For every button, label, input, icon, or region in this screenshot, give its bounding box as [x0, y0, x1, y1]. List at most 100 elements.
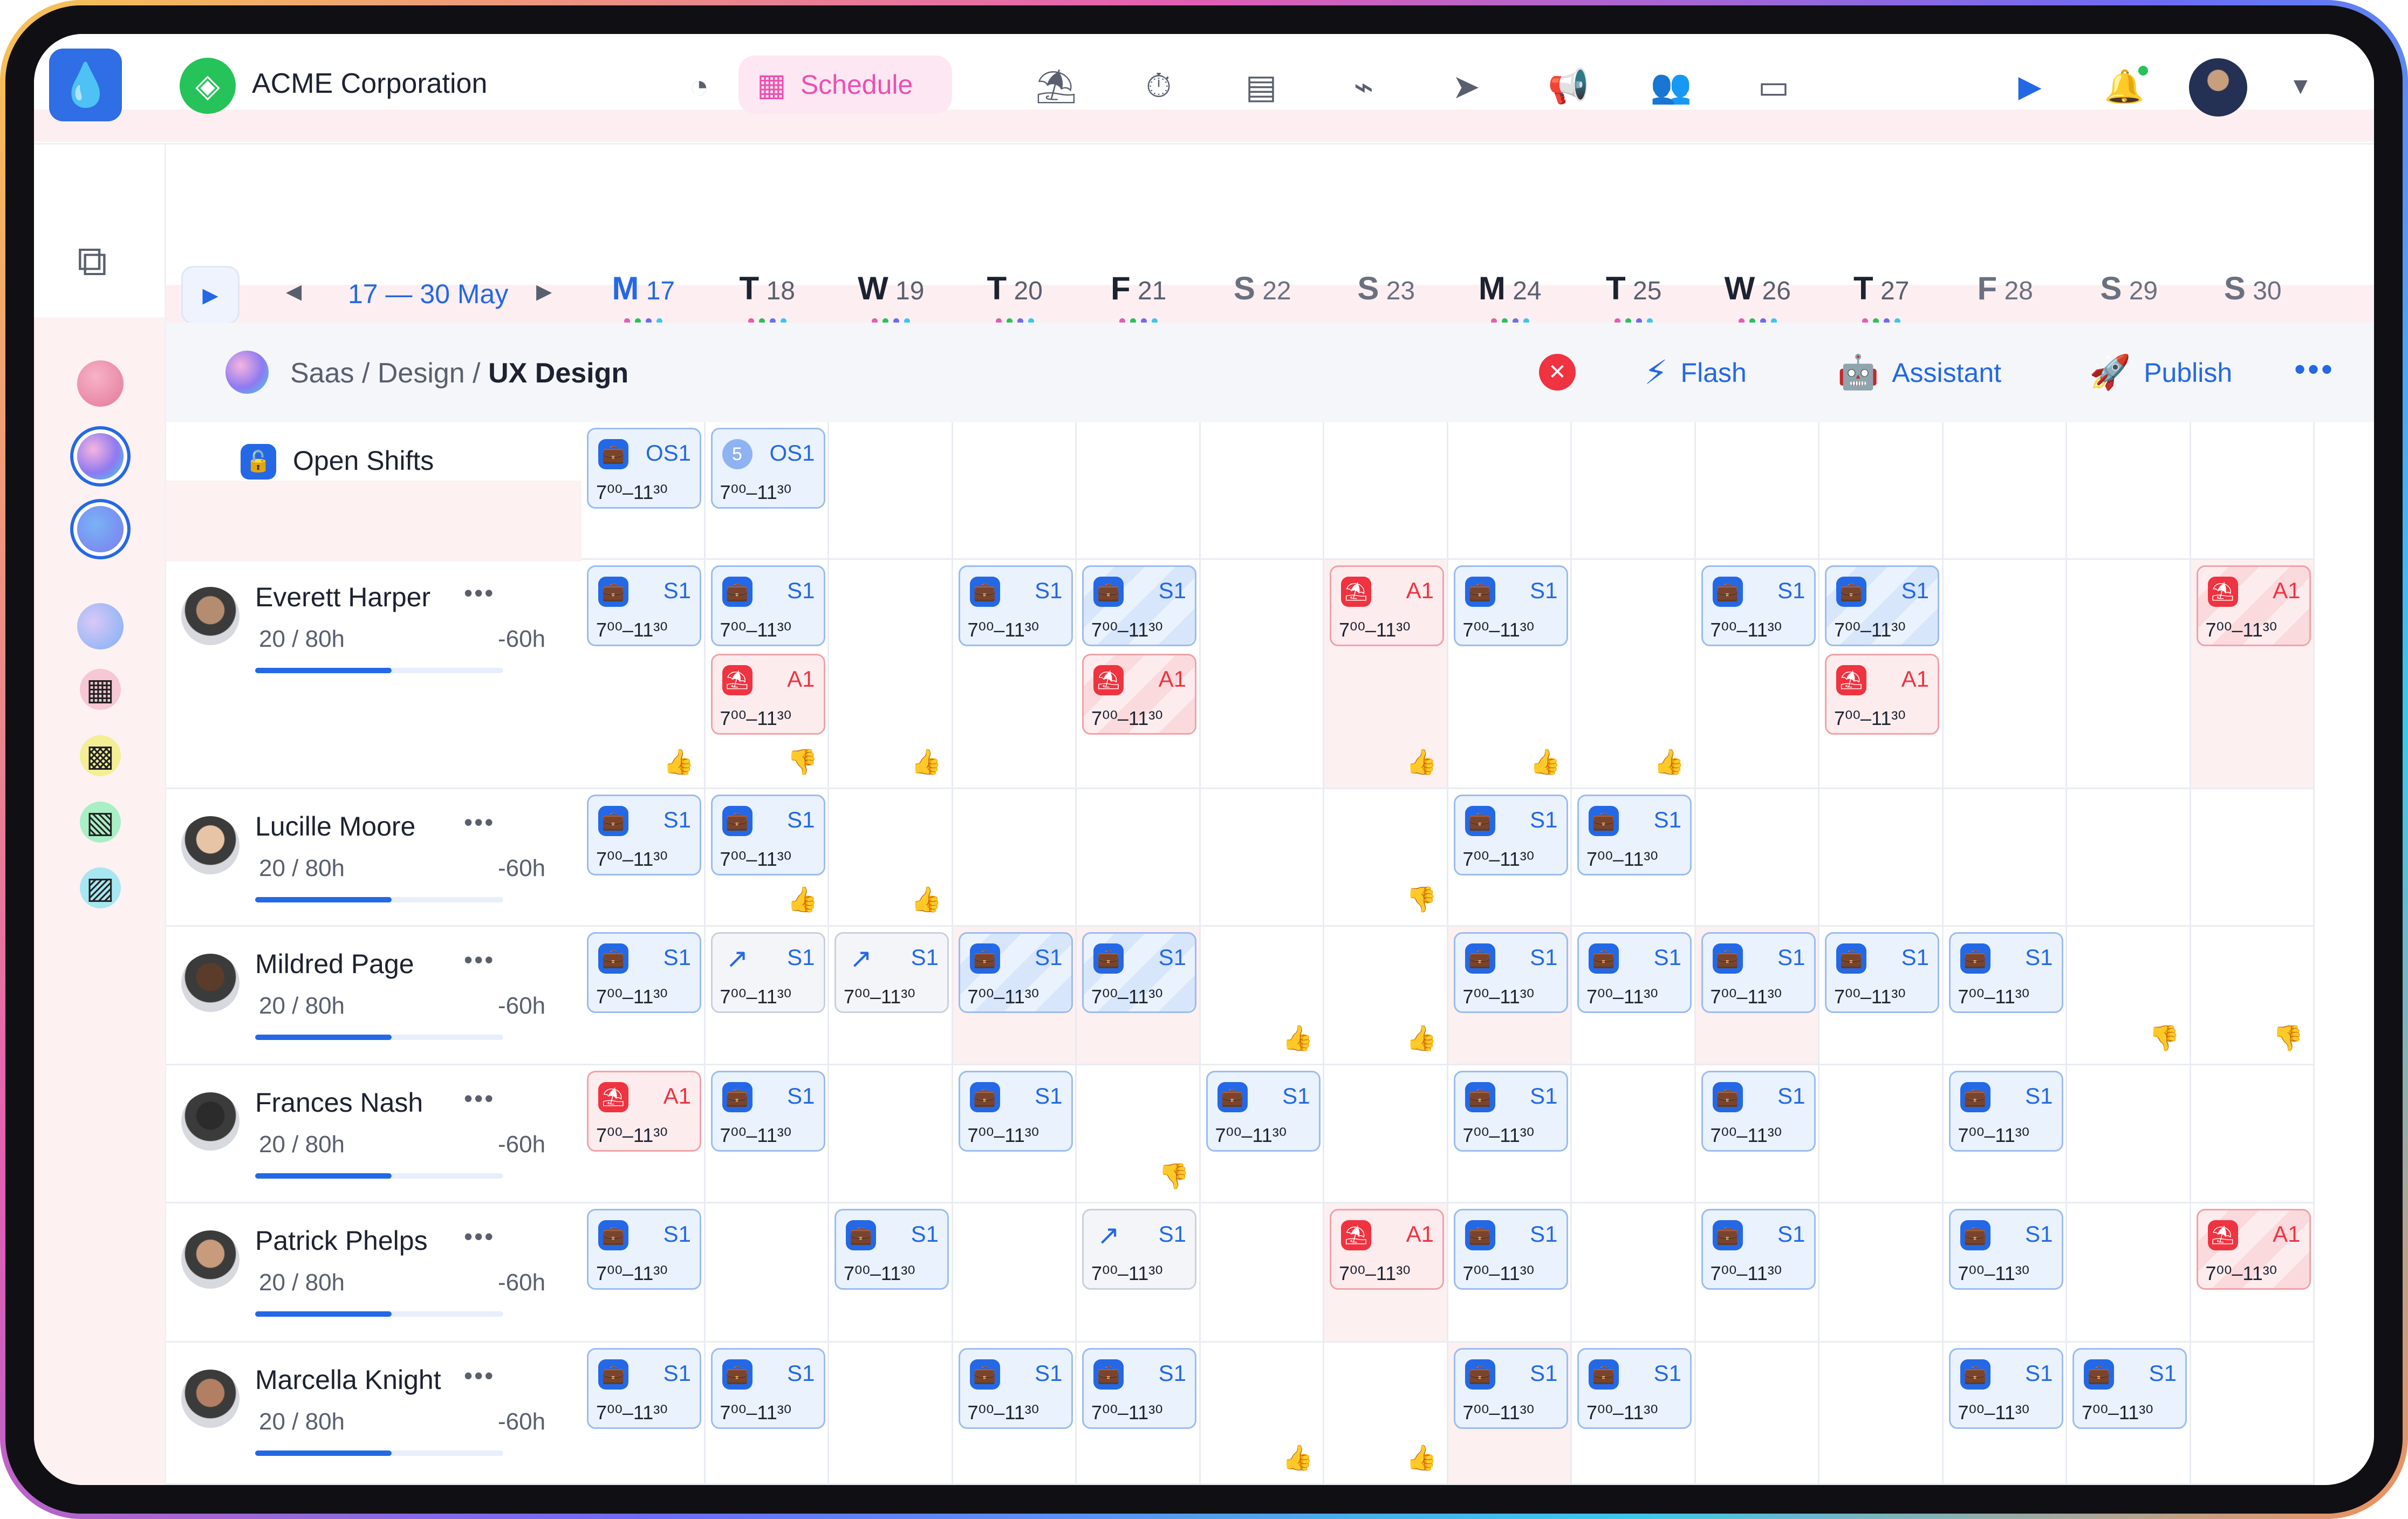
vacation-nav-icon[interactable]: ⛱: [1032, 62, 1080, 111]
day-header-13[interactable]: S 30: [2199, 270, 2307, 307]
employee-avatar[interactable]: [181, 587, 240, 645]
thumbs-up-icon[interactable]: 👍: [1406, 1443, 1437, 1473]
prev-period-icon[interactable]: ◀: [286, 279, 302, 304]
employee-more-icon[interactable]: •••: [464, 945, 495, 974]
date-range[interactable]: 17 — 30 May: [348, 278, 508, 310]
thumbs-up-icon[interactable]: 👍: [1530, 747, 1561, 777]
shift-card[interactable]: ⛱ A1 7⁰⁰–11³⁰: [1330, 1209, 1444, 1290]
shift-card[interactable]: ⛱ A1 7⁰⁰–11³⁰: [710, 654, 825, 735]
shift-card[interactable]: ⛱ A1 7⁰⁰–11³⁰: [2196, 565, 2311, 646]
grid-cell[interactable]: [829, 1343, 953, 1485]
shift-card[interactable]: ↗ S1 7⁰⁰–11³⁰: [1082, 1209, 1196, 1290]
grid-cell[interactable]: [2191, 422, 2315, 560]
shift-card[interactable]: 💼 S1 7⁰⁰–11³⁰: [958, 932, 1073, 1013]
shift-card[interactable]: 💼 S1 7⁰⁰–11³⁰: [1453, 1071, 1568, 1152]
announcements-nav-icon[interactable]: 📢: [1544, 62, 1593, 111]
shift-card[interactable]: 💼 S1 7⁰⁰–11³⁰: [1701, 565, 1816, 646]
user-avatar[interactable]: [2189, 58, 2247, 117]
shift-card[interactable]: 💼 S1 7⁰⁰–11³⁰: [1825, 565, 1939, 646]
shift-card[interactable]: 💼 S1 7⁰⁰–11³⁰: [710, 1071, 825, 1152]
shift-card[interactable]: 💼 S1 7⁰⁰–11³⁰: [710, 1348, 825, 1429]
shift-card[interactable]: ⛱ A1 7⁰⁰–11³⁰: [1825, 654, 1939, 735]
grid-cell[interactable]: [953, 1203, 1077, 1343]
grid-cell[interactable]: [2067, 560, 2191, 789]
shift-card[interactable]: 💼 S1 7⁰⁰–11³⁰: [834, 1209, 949, 1290]
grid-cell[interactable]: [1943, 560, 2067, 789]
grid-cell[interactable]: [2067, 422, 2191, 560]
shift-card[interactable]: 💼 S1 7⁰⁰–11³⁰: [1453, 795, 1568, 875]
shift-card[interactable]: 💼 S1 7⁰⁰–11³⁰: [1577, 932, 1692, 1013]
day-header-6[interactable]: S 23: [1332, 270, 1440, 307]
grid-cell[interactable]: [2191, 1065, 2315, 1203]
grid-cell[interactable]: [1077, 789, 1201, 927]
thumbs-up-icon[interactable]: 👍: [1654, 747, 1685, 777]
shift-card[interactable]: ↗ S1 7⁰⁰–11³⁰: [710, 932, 825, 1013]
thumbs-down-icon[interactable]: 👎: [1159, 1161, 1189, 1191]
shift-card[interactable]: 💼 S1 7⁰⁰–11³⁰: [1453, 1348, 1568, 1429]
expand-sidebar-button[interactable]: ▶: [181, 266, 240, 324]
shift-card[interactable]: 💼 S1 7⁰⁰–11³⁰: [2072, 1348, 2187, 1429]
employee-name[interactable]: Marcella Knight: [255, 1364, 441, 1395]
grid-cell[interactable]: [1695, 422, 1819, 560]
org-switch-1[interactable]: [77, 360, 124, 407]
shift-card[interactable]: 💼 OS1 7⁰⁰–11³⁰: [587, 428, 701, 509]
shift-card[interactable]: 💼 S1 7⁰⁰–11³⁰: [710, 795, 825, 875]
shift-card[interactable]: 💼 S1 7⁰⁰–11³⁰: [958, 1071, 1073, 1152]
inbox-nav-icon[interactable]: ▭: [1749, 62, 1798, 111]
shift-card[interactable]: 💼 S1 7⁰⁰–11³⁰: [1453, 932, 1568, 1013]
employee-name[interactable]: Everett Harper: [255, 581, 430, 613]
thumbs-up-icon[interactable]: 👍: [1406, 747, 1437, 777]
shift-card[interactable]: 💼 S1 7⁰⁰–11³⁰: [1948, 1071, 2063, 1152]
employee-more-icon[interactable]: •••: [464, 1361, 495, 1390]
pixel-avatar-4[interactable]: ▨: [80, 867, 121, 908]
grid-cell[interactable]: [1324, 1065, 1448, 1203]
employee-avatar[interactable]: [181, 1092, 240, 1151]
grid-cell[interactable]: [1200, 1203, 1324, 1343]
grid-cell[interactable]: [1324, 422, 1448, 560]
shift-card[interactable]: 💼 S1 7⁰⁰–11³⁰: [1701, 1209, 1816, 1290]
grid-cell[interactable]: [1695, 1343, 1819, 1485]
breadcrumb[interactable]: Saas / Design / UX Design: [290, 357, 628, 389]
chevron-down-icon[interactable]: ▼: [2289, 73, 2313, 100]
org-switch-3[interactable]: [77, 506, 124, 552]
shift-card[interactable]: ↗ S1 7⁰⁰–11³⁰: [834, 932, 949, 1013]
thumbs-down-icon[interactable]: 👎: [2273, 1023, 2303, 1053]
grid-cell[interactable]: [1200, 789, 1324, 927]
grid-cell[interactable]: [1819, 1343, 1944, 1485]
employee-name[interactable]: Lucille Moore: [255, 811, 415, 842]
day-header-8[interactable]: T 25: [1580, 270, 1688, 307]
employee-name[interactable]: Mildred Page: [255, 948, 414, 980]
assistant-button[interactable]: 🤖 Assistant: [1837, 353, 2001, 392]
shift-card[interactable]: ⛱ A1 7⁰⁰–11³⁰: [2196, 1209, 2311, 1290]
close-icon[interactable]: ✕: [1539, 354, 1576, 391]
analytics-nav-icon[interactable]: ◔: [675, 62, 723, 111]
shift-card[interactable]: ⛱ A1 7⁰⁰–11³⁰: [1082, 654, 1196, 735]
grid-cell[interactable]: [2067, 1065, 2191, 1203]
shift-card[interactable]: 💼 S1 7⁰⁰–11³⁰: [710, 565, 825, 646]
thumbs-up-icon[interactable]: 👍: [1282, 1443, 1313, 1473]
day-header-2[interactable]: W 19: [837, 270, 945, 307]
grid-cell[interactable]: [2191, 789, 2315, 927]
employee-avatar[interactable]: [181, 1230, 240, 1289]
employee-avatar[interactable]: [181, 1370, 240, 1428]
grid-cell[interactable]: [1695, 789, 1819, 927]
grid-cell[interactable]: [1077, 422, 1201, 560]
documents-nav-icon[interactable]: ▤: [1237, 62, 1285, 111]
org-switch-2[interactable]: [77, 433, 124, 480]
shift-card[interactable]: 💼 S1 7⁰⁰–11³⁰: [1082, 932, 1196, 1013]
grid-cell[interactable]: [2067, 1203, 2191, 1343]
employee-name[interactable]: Frances Nash: [255, 1087, 423, 1118]
grid-cell[interactable]: [2067, 789, 2191, 927]
shift-card[interactable]: 💼 S1 7⁰⁰–11³⁰: [1948, 1348, 2063, 1429]
org-name[interactable]: ACME Corporation: [252, 67, 487, 100]
grid-cell[interactable]: [1819, 789, 1944, 927]
grid-cell[interactable]: [1448, 422, 1572, 560]
drop-icon[interactable]: 💧: [49, 49, 122, 121]
day-header-11[interactable]: F 28: [1951, 270, 2059, 307]
employee-more-icon[interactable]: •••: [464, 1222, 495, 1251]
shift-card[interactable]: 💼 S1 7⁰⁰–11³⁰: [587, 1209, 701, 1290]
shift-card[interactable]: 💼 S1 7⁰⁰–11³⁰: [958, 565, 1073, 646]
more-icon[interactable]: •••: [2294, 351, 2335, 388]
shift-card[interactable]: 💼 S1 7⁰⁰–11³⁰: [1701, 932, 1816, 1013]
grid-cell[interactable]: [829, 1065, 953, 1203]
